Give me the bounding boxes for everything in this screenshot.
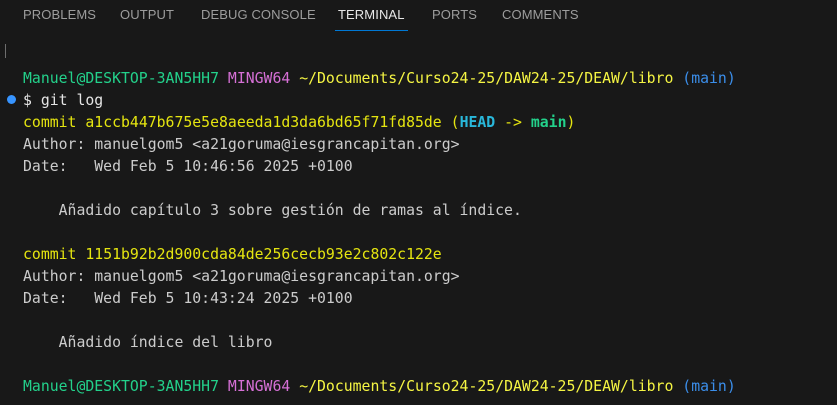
commit-author: Author: manuelgom5 <a21goruma@iesgrancap… xyxy=(23,136,460,153)
ref-arrow: -> xyxy=(495,114,531,131)
prompt-environment: MINGW64 xyxy=(227,378,291,395)
panel-tab-bar: PROBLEMS OUTPUT DEBUG CONSOLE TERMINAL P… xyxy=(0,0,837,33)
shell-prompt: Manuel@DESKTOP-3AN5HH7 MINGW64 ~/Documen… xyxy=(23,376,736,398)
prompt-path: ~/Documents/Curso24-25/DAW24-25/DEAW/lib… xyxy=(299,70,674,87)
shell-prompt: Manuel@DESKTOP-3AN5HH7 MINGW64 ~/Documen… xyxy=(23,68,736,90)
tab-problems[interactable]: PROBLEMS xyxy=(23,0,96,26)
ref-head: HEAD xyxy=(459,114,496,131)
commit-author: Author: manuelgom5 <a21goruma@iesgrancap… xyxy=(23,268,460,285)
commit-keyword: commit xyxy=(23,246,77,263)
prompt-path: ~/Documents/Curso24-25/DAW24-25/DEAW/lib… xyxy=(299,378,674,395)
tab-ports[interactable]: PORTS xyxy=(432,0,477,26)
tab-comments[interactable]: COMMENTS xyxy=(502,0,579,26)
ref-branch: main xyxy=(530,114,567,131)
prompt-user-host: Manuel@DESKTOP-3AN5HH7 xyxy=(23,70,219,87)
ref-close: ) xyxy=(566,114,576,131)
command-line: $ git log xyxy=(23,92,104,109)
commit-message: Añadido capítulo 3 sobre gestión de rama… xyxy=(23,202,522,219)
terminal-output[interactable]: Manuel@DESKTOP-3AN5HH7 MINGW64 ~/Documen… xyxy=(0,33,837,405)
prompt-user-host: Manuel@DESKTOP-3AN5HH7 xyxy=(23,378,219,395)
tab-output[interactable]: OUTPUT xyxy=(120,0,174,26)
ref-open: ( xyxy=(450,114,460,131)
tab-debug-console[interactable]: DEBUG CONSOLE xyxy=(201,0,316,26)
commit-line: commit a1ccb447b675e5e8aeeda1d3da6bd65f7… xyxy=(23,112,575,134)
command-decoration-icon[interactable] xyxy=(7,95,16,104)
prompt-branch: (main) xyxy=(682,70,736,87)
commit-hash: 1151b92b2d900cda84de256cecb93e2c802c122e xyxy=(85,246,442,263)
commit-hash: a1ccb447b675e5e8aeeda1d3da6bd65f71fd85de xyxy=(85,114,442,131)
prompt-branch: (main) xyxy=(682,378,736,395)
commit-date: Date: Wed Feb 5 10:43:24 2025 +0100 xyxy=(23,290,353,307)
commit-keyword: commit xyxy=(23,114,77,131)
scroll-marker xyxy=(5,44,6,58)
prompt-environment: MINGW64 xyxy=(227,70,291,87)
commit-date: Date: Wed Feb 5 10:46:56 2025 +0100 xyxy=(23,158,353,175)
commit-message: Añadido índice del libro xyxy=(23,334,273,351)
commit-line: commit 1151b92b2d900cda84de256cecb93e2c8… xyxy=(23,244,442,266)
tab-terminal[interactable]: TERMINAL xyxy=(335,0,408,33)
